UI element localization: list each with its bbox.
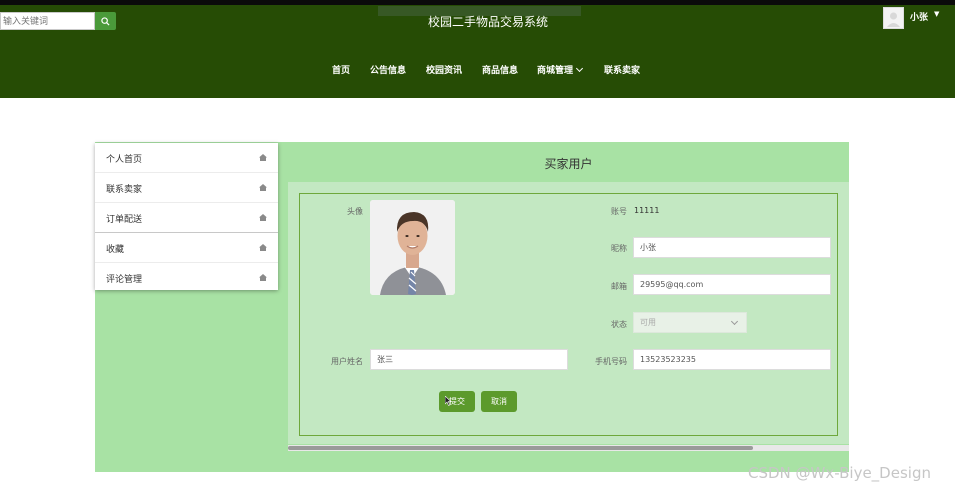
nickname-label: 昵称 [611, 244, 627, 253]
sidebar: 个人首页 联系卖家 订单配送 收藏 评论管理 [95, 143, 278, 290]
realname-label: 用户姓名 [331, 357, 363, 366]
nickname-field[interactable] [633, 237, 831, 258]
site-title: 校园二手物品交易系统 [427, 15, 548, 29]
phone-label: 手机号码 [595, 357, 627, 366]
user-avatar[interactable] [883, 7, 904, 29]
nav-item-campus-news[interactable]: 校园资讯 [426, 63, 462, 76]
nav-item-mall-admin-label: 商城管理 [537, 66, 574, 76]
avatar-placeholder-icon [884, 8, 903, 28]
account-value: 11111 [634, 206, 660, 215]
avatar-label: 头像 [347, 207, 363, 216]
sidebar-item-personal-home[interactable]: 个人首页 [95, 143, 278, 173]
sidebar-item-comments[interactable]: 评论管理 [95, 263, 278, 292]
realname-field[interactable] [370, 349, 568, 370]
username[interactable]: 小张 [910, 10, 928, 23]
status-select[interactable]: 可用 [633, 312, 747, 333]
sidebar-item-label: 个人首页 [106, 155, 143, 165]
watermark: CSDN @Wx-Biye_Design [748, 464, 931, 482]
nav-item-mall-admin[interactable]: 商城管理 [537, 63, 584, 76]
phone-field[interactable] [633, 349, 831, 370]
avatar-photo[interactable] [370, 200, 455, 295]
chevron-down-icon [575, 64, 584, 73]
nav-item-products[interactable]: 商品信息 [482, 63, 518, 76]
account-label: 账号 [611, 207, 627, 216]
status-label: 状态 [611, 320, 627, 329]
search-button[interactable] [95, 12, 116, 30]
page-title: 买家用户 [544, 157, 593, 171]
home-icon [259, 154, 267, 161]
sidebar-item-label: 收藏 [106, 245, 125, 255]
email-field[interactable] [633, 274, 831, 295]
search-input[interactable] [0, 12, 95, 30]
home-icon [259, 244, 267, 251]
main-nav: 首页 公告信息 校园资讯 商品信息 商城管理 联系卖家 [0, 63, 955, 77]
user-menu-caret-icon[interactable]: ▼ [934, 10, 939, 18]
sidebar-item-label: 评论管理 [106, 275, 143, 285]
sidebar-item-order-delivery[interactable]: 订单配送 [95, 203, 278, 233]
status-selected-value: 可用 [640, 318, 656, 327]
scrollbar-thumb[interactable] [288, 446, 753, 450]
email-label: 邮箱 [611, 282, 627, 291]
home-icon [259, 214, 267, 221]
search-icon [101, 16, 110, 26]
cancel-button[interactable]: 取消 [481, 391, 517, 412]
sidebar-item-contact-seller[interactable]: 联系卖家 [95, 173, 278, 203]
nav-item-notices[interactable]: 公告信息 [370, 63, 406, 76]
chevron-down-icon [730, 317, 739, 326]
sidebar-item-favorites[interactable]: 收藏 [95, 233, 278, 263]
nav-item-home[interactable]: 首页 [332, 63, 350, 76]
mouse-cursor-icon [445, 396, 452, 406]
sidebar-item-label: 联系卖家 [106, 185, 143, 195]
sidebar-item-label: 订单配送 [106, 215, 143, 225]
home-icon [259, 274, 267, 281]
portrait-image [370, 200, 455, 295]
nav-item-contact-seller[interactable]: 联系卖家 [604, 63, 640, 76]
home-icon [259, 184, 267, 191]
